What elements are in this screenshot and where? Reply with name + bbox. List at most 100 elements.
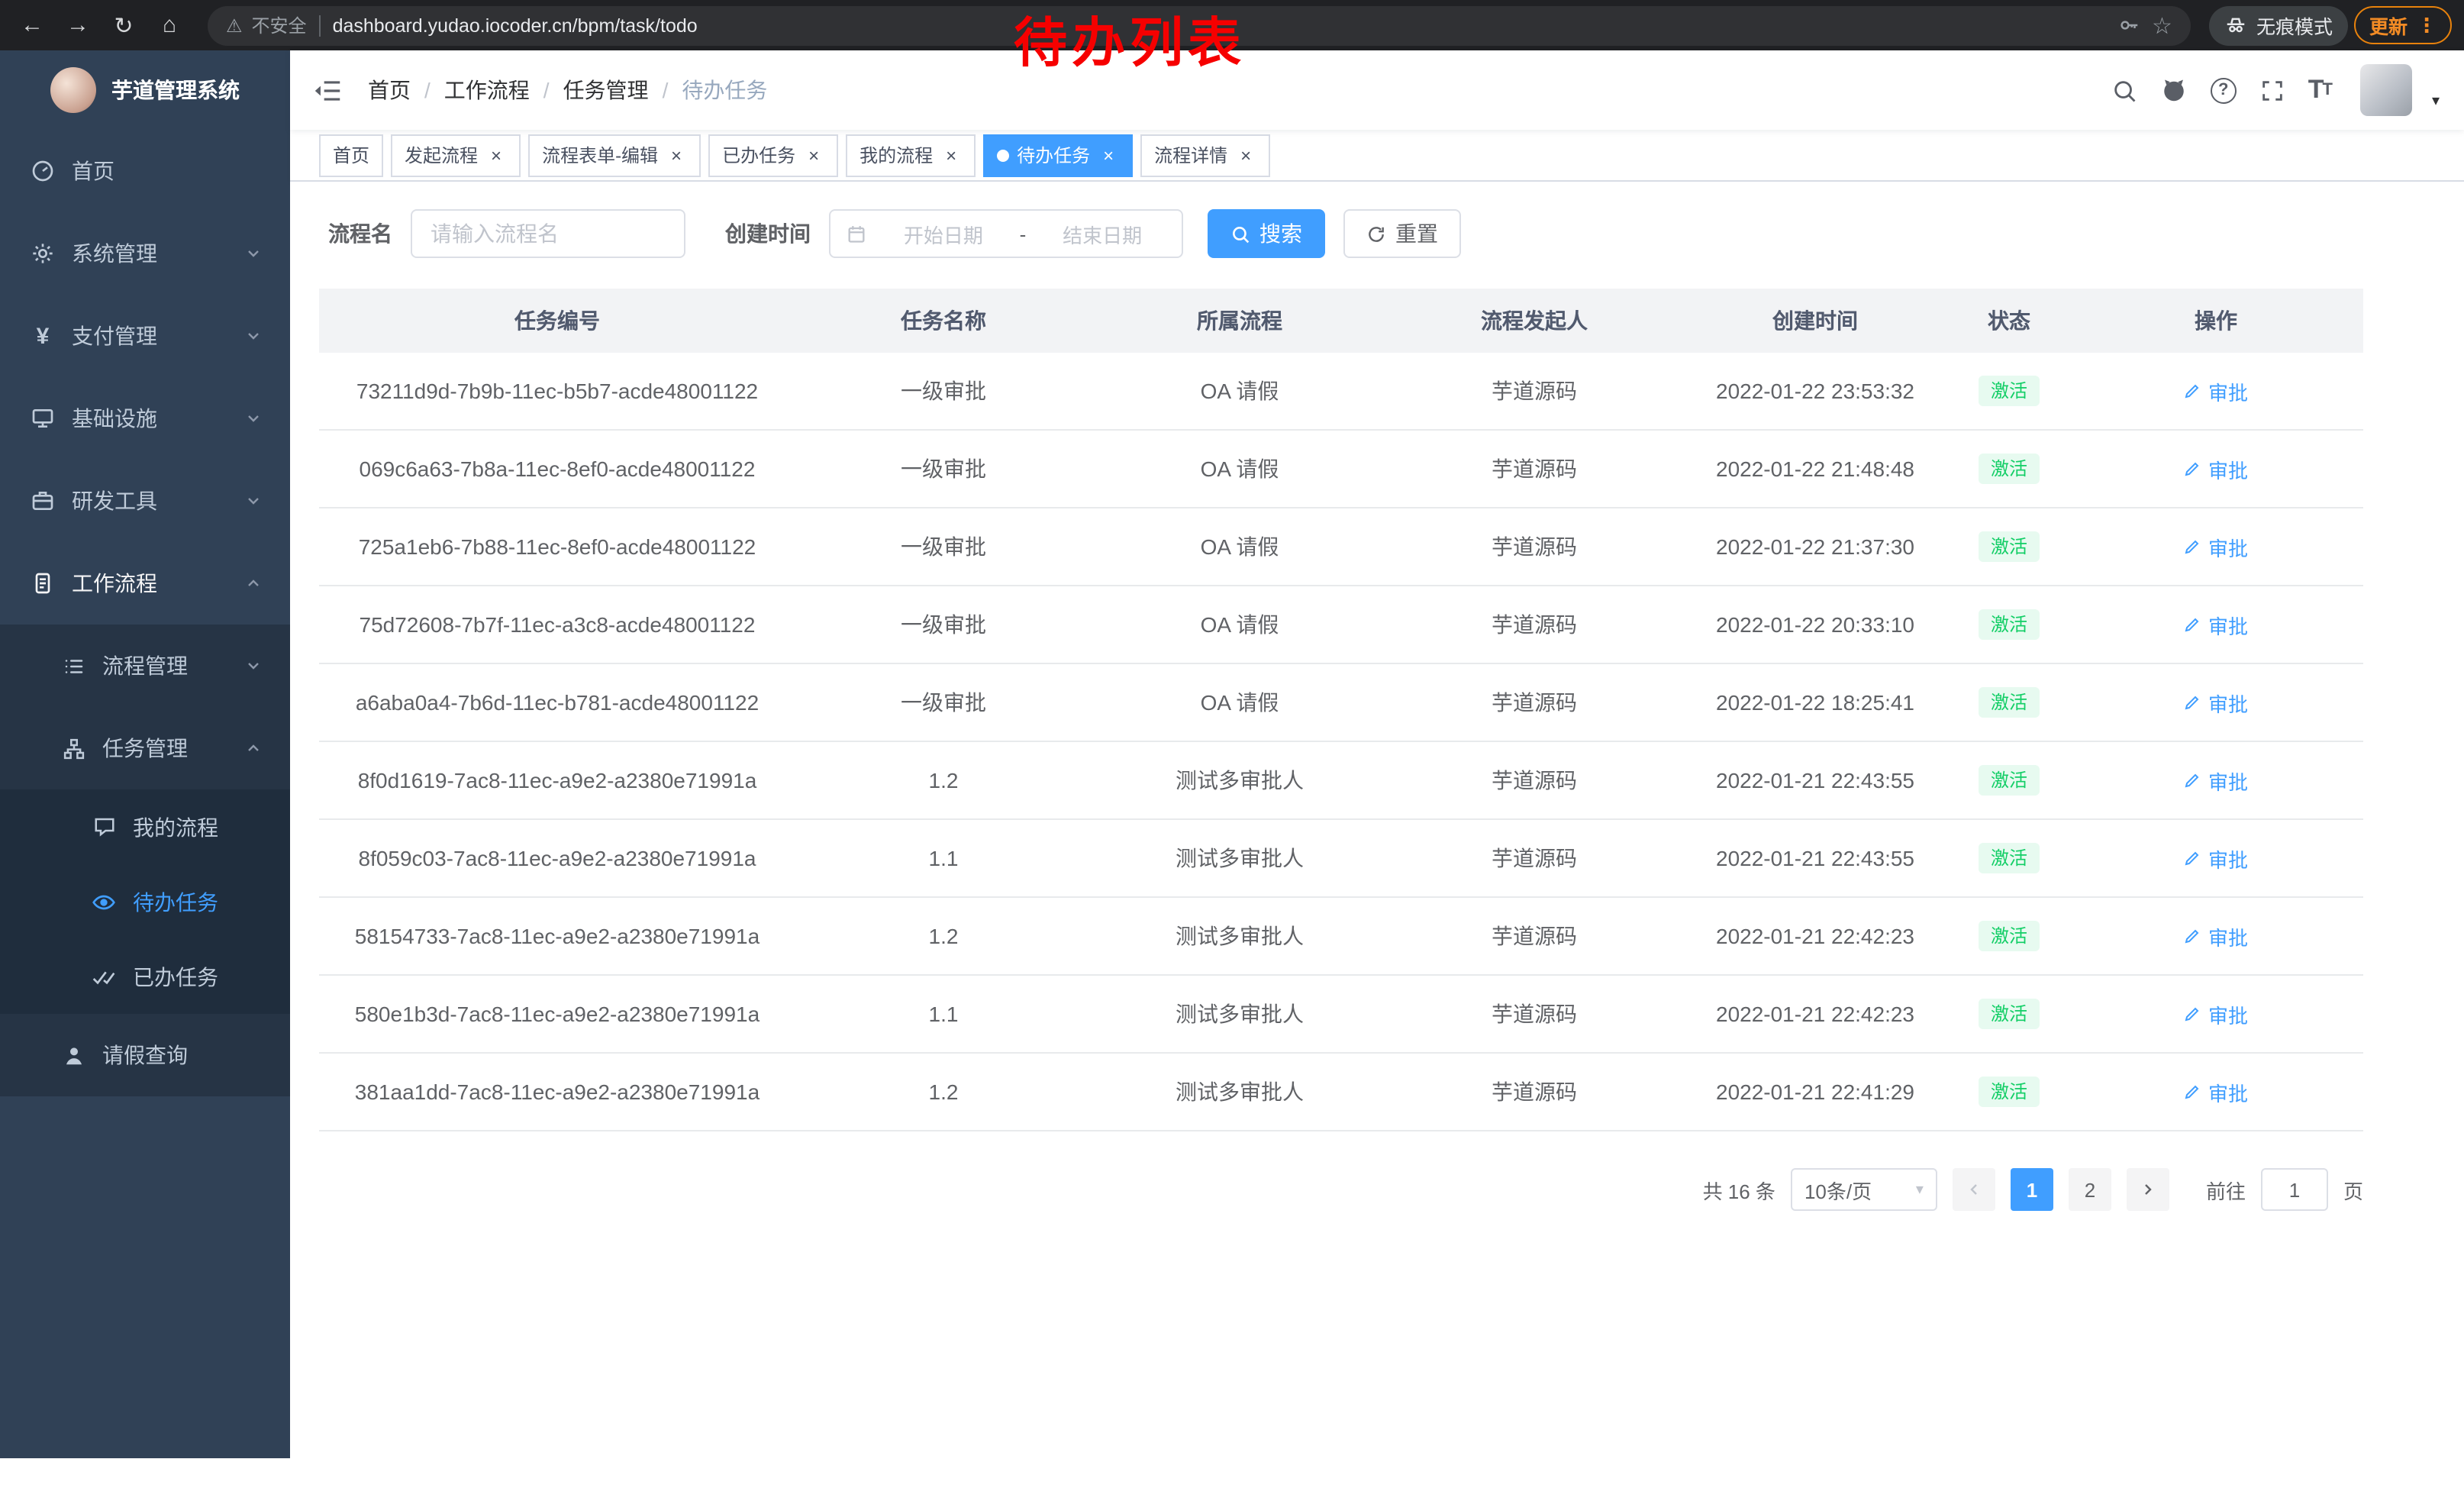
logo-avatar	[50, 67, 96, 113]
col-starter: 流程发起人	[1388, 289, 1681, 353]
date-range-picker[interactable]: 开始日期 - 结束日期	[829, 209, 1183, 258]
tab-my-process[interactable]: 我的流程 ×	[846, 134, 976, 176]
sidebar-item-my-process[interactable]: 我的流程	[0, 789, 290, 864]
tab-form-edit[interactable]: 流程表单-编辑 ×	[528, 134, 701, 176]
security-warning[interactable]: ⚠ 不安全	[226, 12, 307, 38]
close-icon[interactable]: ×	[485, 144, 507, 166]
chevron-down-icon	[241, 492, 266, 510]
table-row: 58154733-7ac8-11ec-a9e2-a2380e71991a 1.2…	[319, 897, 2363, 975]
cell-starter: 芋道源码	[1388, 353, 1681, 430]
close-icon[interactable]: ×	[803, 144, 824, 166]
approve-label: 审批	[2208, 688, 2248, 717]
cell-actions: 审批	[2069, 897, 2363, 975]
page-content: 流程名 创建时间 开始日期 - 结束日期 搜索 重	[290, 182, 2464, 1501]
browser-back-icon[interactable]: ←	[12, 5, 52, 45]
browser-home-icon[interactable]: ⌂	[150, 5, 189, 45]
bookmark-star-icon[interactable]: ☆	[2152, 11, 2172, 39]
cell-create-time: 2022-01-22 23:53:32	[1681, 353, 1950, 430]
close-icon[interactable]: ×	[940, 144, 962, 166]
avatar[interactable]	[2360, 64, 2412, 116]
cell-starter: 芋道源码	[1388, 663, 1681, 741]
sidebar-item-workflow[interactable]: 工作流程	[0, 542, 290, 625]
pencil-icon	[2184, 849, 2202, 867]
breadcrumb-workflow[interactable]: 工作流程	[444, 75, 530, 105]
page-button-2[interactable]: 2	[2069, 1168, 2111, 1211]
cell-task-name: 一级审批	[795, 586, 1092, 663]
pencil-icon	[2184, 382, 2202, 400]
cell-process: 测试多审批人	[1092, 741, 1388, 819]
browser-refresh-icon[interactable]: ↻	[104, 5, 144, 45]
browser-update-button[interactable]: 更新 ⋮	[2354, 6, 2452, 44]
page-size-select[interactable]: 10条/页 ▾	[1791, 1168, 1937, 1211]
approve-link[interactable]: 审批	[2184, 688, 2248, 717]
warning-icon: ⚠	[226, 15, 243, 36]
password-key-icon[interactable]	[2117, 14, 2140, 37]
sidebar-item-system[interactable]: 系统管理	[0, 212, 290, 295]
chevron-up-icon	[241, 739, 266, 757]
task-table: 任务编号 任务名称 所属流程 流程发起人 创建时间 状态 操作 73211d9d…	[319, 289, 2363, 1131]
fullscreen-icon[interactable]	[2259, 77, 2285, 103]
sidebar-item-todo-task[interactable]: 待办任务	[0, 864, 290, 939]
close-icon[interactable]: ×	[666, 144, 687, 166]
approve-link[interactable]: 审批	[2184, 922, 2248, 951]
col-process: 所属流程	[1092, 289, 1388, 353]
sidebar-item-leave-query[interactable]: 请假查询	[0, 1014, 290, 1096]
refresh-icon	[1366, 224, 1386, 244]
help-icon[interactable]: ?	[2211, 77, 2237, 103]
process-name-input[interactable]	[411, 209, 685, 258]
cell-task-id: 381aa1dd-7ac8-11ec-a9e2-a2380e71991a	[319, 1053, 795, 1131]
tab-start-process[interactable]: 发起流程 ×	[391, 134, 521, 176]
cell-actions: 审批	[2069, 586, 2363, 663]
approve-link[interactable]: 审批	[2184, 532, 2248, 561]
app-logo[interactable]: 芋道管理系统	[0, 50, 290, 130]
sidebar-item-devtools[interactable]: 研发工具	[0, 460, 290, 542]
app-window: 芋道管理系统 首页 系统管理 ¥ 支付管理	[0, 50, 2464, 1501]
tab-done-task[interactable]: 已办任务 ×	[708, 134, 838, 176]
next-page-button[interactable]	[2127, 1168, 2169, 1211]
prev-page-button[interactable]	[1953, 1168, 1995, 1211]
breadcrumb-separator: /	[543, 78, 550, 102]
update-label: 更新	[2369, 11, 2408, 40]
tab-process-detail[interactable]: 流程详情 ×	[1140, 134, 1270, 176]
search-button[interactable]: 搜索	[1208, 209, 1325, 258]
sidebar-item-home[interactable]: 首页	[0, 130, 290, 212]
search-icon[interactable]	[2111, 77, 2137, 103]
font-size-icon[interactable]: TT	[2308, 75, 2331, 105]
tab-home[interactable]: 首页	[319, 134, 383, 176]
active-dot	[997, 149, 1009, 161]
approve-link[interactable]: 审批	[2184, 999, 2248, 1028]
browser-forward-icon[interactable]: →	[58, 5, 98, 45]
browser-menu-icon[interactable]: ⋮	[2417, 13, 2437, 37]
approve-link[interactable]: 审批	[2184, 1077, 2248, 1106]
sidebar-item-payment[interactable]: ¥ 支付管理	[0, 295, 290, 377]
sidebar-fold-icon[interactable]	[314, 76, 343, 105]
cell-process: 测试多审批人	[1092, 897, 1388, 975]
cell-status: 激活	[1950, 975, 2069, 1053]
approve-link[interactable]: 审批	[2184, 766, 2248, 795]
sidebar-item-done-task[interactable]: 已办任务	[0, 939, 290, 1014]
breadcrumb-home[interactable]: 首页	[368, 75, 411, 105]
pagination: 共 16 条 10条/页 ▾ 1 2 前往 页	[319, 1168, 2363, 1211]
sidebar-item-label: 首页	[72, 156, 114, 186]
sidebar-item-process-mgmt[interactable]: 流程管理	[0, 625, 290, 707]
approve-link[interactable]: 审批	[2184, 376, 2248, 405]
github-icon[interactable]	[2160, 76, 2188, 104]
page-button-1[interactable]: 1	[2011, 1168, 2053, 1211]
reset-button[interactable]: 重置	[1343, 209, 1461, 258]
close-icon[interactable]: ×	[1098, 144, 1119, 166]
create-time-label: 创建时间	[725, 218, 811, 249]
toolbox-icon	[31, 489, 55, 513]
approve-link[interactable]: 审批	[2184, 454, 2248, 483]
tab-todo-task[interactable]: 待办任务 ×	[983, 134, 1133, 176]
sidebar-item-infra[interactable]: 基础设施	[0, 377, 290, 460]
approve-link[interactable]: 审批	[2184, 844, 2248, 873]
approve-label: 审批	[2208, 454, 2248, 483]
goto-page-input[interactable]	[2261, 1168, 2328, 1211]
sidebar-item-task-mgmt[interactable]: 任务管理	[0, 707, 290, 789]
approve-link[interactable]: 审批	[2184, 610, 2248, 639]
pencil-icon	[2184, 771, 2202, 789]
close-icon[interactable]: ×	[1235, 144, 1256, 166]
table-row: a6aba0a4-7b6d-11ec-b781-acde48001122 一级审…	[319, 663, 2363, 741]
breadcrumb-task-mgmt[interactable]: 任务管理	[563, 75, 649, 105]
tab-label: 首页	[333, 142, 369, 168]
